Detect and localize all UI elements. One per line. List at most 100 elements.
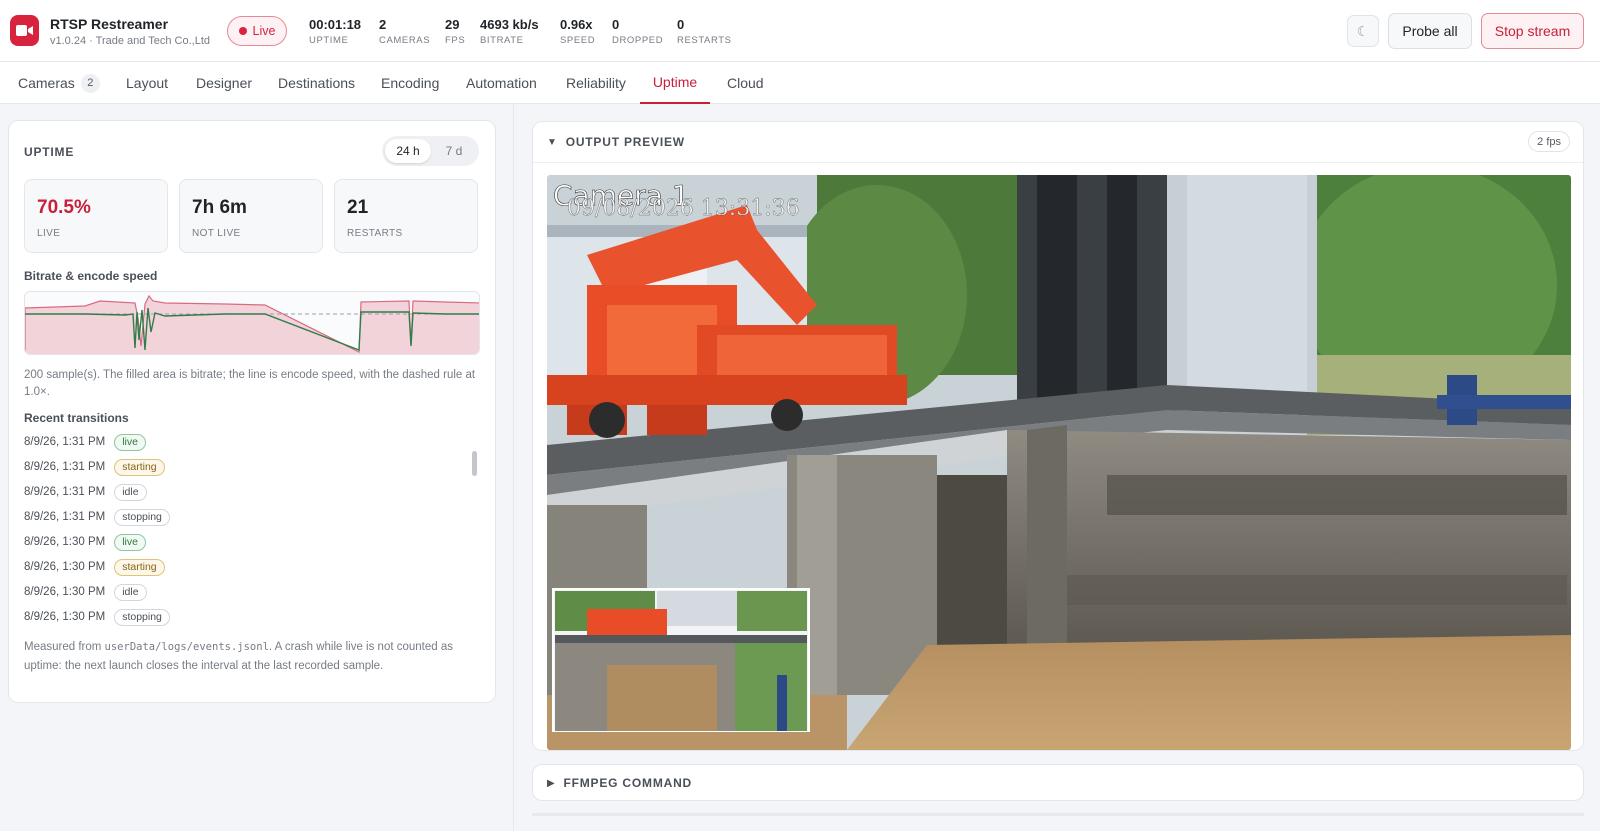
restarts-tile: 21 RESTARTS bbox=[334, 179, 478, 253]
tile-label: RESTARTS bbox=[347, 228, 403, 239]
transition-row: 8/9/26, 1:31 PM starting bbox=[24, 457, 454, 477]
tab-reliability[interactable]: Reliability bbox=[566, 62, 626, 104]
preview-video-frame: Camera 1 09/08/2026 13:31:36 bbox=[547, 175, 1571, 750]
range-toggle: 24 h 7 d bbox=[382, 136, 479, 166]
range-24h-button[interactable]: 24 h bbox=[385, 139, 431, 163]
transition-row: 8/9/26, 1:30 PM starting bbox=[24, 557, 454, 577]
state-badge: idle bbox=[114, 583, 147, 601]
state-badge: stopping bbox=[114, 608, 170, 626]
stat-label: FPS bbox=[445, 35, 466, 46]
divider bbox=[532, 813, 1584, 816]
transition-time: 8/9/26, 1:30 PM bbox=[24, 561, 106, 573]
tile-label: NOT LIVE bbox=[192, 228, 241, 239]
stat-value: 2 bbox=[379, 17, 387, 32]
moon-icon: ☾ bbox=[1356, 22, 1370, 39]
app-version: v1.0.24 · Trade and Tech Co.,Ltd bbox=[50, 35, 211, 47]
ffmpeg-command-panel[interactable]: ▶ FFMPEG COMMAND bbox=[532, 764, 1584, 801]
stat-value: 29 bbox=[445, 17, 460, 32]
tab-cloud[interactable]: Cloud bbox=[727, 62, 764, 104]
state-badge: starting bbox=[114, 458, 165, 476]
uptime-title: UPTIME bbox=[24, 145, 75, 159]
not-live-tile: 7h 6m NOT LIVE bbox=[179, 179, 323, 253]
state-badge: live bbox=[114, 533, 146, 551]
caret-down-icon: ▼ bbox=[547, 136, 558, 148]
state-badge: idle bbox=[114, 483, 147, 501]
transition-time: 8/9/26, 1:30 PM bbox=[24, 536, 106, 548]
transition-time: 8/9/26, 1:31 PM bbox=[24, 461, 106, 473]
state-badge: live bbox=[114, 433, 146, 451]
stat-label: SPEED bbox=[560, 35, 596, 46]
stat-cameras: 2 CAMERAS bbox=[379, 17, 430, 46]
transition-row: 8/9/26, 1:31 PM stopping bbox=[24, 507, 454, 527]
live-status-badge: Live bbox=[227, 16, 287, 46]
theme-toggle-button[interactable]: ☾ bbox=[1347, 15, 1379, 47]
video-camera-icon bbox=[10, 15, 39, 46]
stat-fps: 29 FPS bbox=[445, 17, 465, 46]
divider bbox=[533, 162, 1583, 163]
stat-bitrate: 4693 kb/s BITRATE bbox=[480, 17, 539, 46]
ffmpeg-command-title: FFMPEG COMMAND bbox=[563, 776, 693, 790]
ffmpeg-command-toggle[interactable]: ▶ FFMPEG COMMAND bbox=[547, 776, 692, 790]
tile-value: 70.5% bbox=[37, 197, 91, 218]
app-name: RTSP Restreamer bbox=[50, 16, 169, 32]
stop-stream-button[interactable]: Stop stream bbox=[1481, 13, 1584, 49]
transitions-label: Recent transitions bbox=[24, 411, 129, 425]
tab-uptime[interactable]: Uptime bbox=[640, 62, 710, 104]
uptime-footnote: Measured from userData/logs/events.jsonl… bbox=[24, 638, 484, 676]
output-preview-panel: ▼ OUTPUT PREVIEW 2 fps Camera 1 09/08/20… bbox=[532, 121, 1584, 751]
stat-value: 00:01:18 bbox=[309, 17, 362, 32]
app-header: RTSP Restreamer v1.0.24 · Trade and Tech… bbox=[0, 0, 1600, 62]
tile-value: 7h 6m bbox=[192, 197, 247, 218]
transitions-scrollbar[interactable] bbox=[472, 451, 477, 476]
transition-row: 8/9/26, 1:31 PM live bbox=[24, 432, 454, 452]
tab-cameras[interactable]: Cameras 2 bbox=[18, 62, 100, 104]
stat-label: DROPPED bbox=[612, 35, 664, 46]
main-tabs: Cameras 2 Layout Designer Destinations E… bbox=[0, 62, 1600, 104]
stat-value: 0 bbox=[612, 17, 620, 32]
caret-right-icon: ▶ bbox=[547, 777, 556, 789]
stat-label: UPTIME bbox=[309, 35, 349, 46]
output-preview-title: OUTPUT PREVIEW bbox=[565, 135, 685, 149]
transition-time: 8/9/26, 1:30 PM bbox=[24, 586, 106, 598]
transition-row: 8/9/26, 1:31 PM idle bbox=[24, 482, 454, 502]
stat-value: 4693 kb/s bbox=[480, 17, 539, 32]
uptime-panel: UPTIME 24 h 7 d 70.5% LIVE 7h 6m NOT LIV… bbox=[0, 104, 514, 831]
chart-caption: 200 sample(s). The filled area is bitrat… bbox=[24, 369, 476, 398]
preview-fps-badge: 2 fps bbox=[1528, 131, 1570, 152]
transition-row: 8/9/26, 1:30 PM live bbox=[24, 532, 454, 552]
state-badge: stopping bbox=[114, 508, 170, 526]
tab-destinations[interactable]: Destinations bbox=[278, 62, 355, 104]
tab-count-badge: 2 bbox=[80, 73, 100, 93]
stat-value: 0 bbox=[677, 17, 685, 32]
transition-time: 8/9/26, 1:30 PM bbox=[24, 611, 106, 623]
footnote-text: Measured from bbox=[24, 641, 105, 653]
probe-all-button[interactable]: Probe all bbox=[1388, 13, 1472, 49]
stat-value: 0.96x bbox=[560, 17, 593, 32]
tab-designer[interactable]: Designer bbox=[196, 62, 252, 104]
events-log-path: userData/logs/events.jsonl bbox=[104, 641, 269, 653]
stat-dropped: 0 DROPPED bbox=[612, 17, 663, 46]
transition-row: 8/9/26, 1:30 PM stopping bbox=[24, 607, 454, 627]
transition-time: 8/9/26, 1:31 PM bbox=[24, 436, 106, 448]
range-7d-button[interactable]: 7 d bbox=[431, 139, 477, 163]
live-status-label: Live bbox=[252, 24, 276, 38]
timestamp-overlay: 09/08/2026 13:31:36 bbox=[567, 196, 800, 221]
transition-time: 8/9/26, 1:31 PM bbox=[24, 511, 106, 523]
uptime-card: UPTIME 24 h 7 d 70.5% LIVE 7h 6m NOT LIV… bbox=[8, 120, 496, 703]
transitions-list: 8/9/26, 1:31 PM live 8/9/26, 1:31 PM sta… bbox=[24, 429, 484, 629]
stat-uptime: 00:01:18 UPTIME bbox=[309, 17, 361, 46]
stat-label: BITRATE bbox=[480, 35, 524, 46]
stat-label: RESTARTS bbox=[677, 35, 732, 46]
transition-time: 8/9/26, 1:31 PM bbox=[24, 486, 106, 498]
state-badge: starting bbox=[114, 558, 165, 576]
tab-automation[interactable]: Automation bbox=[466, 62, 537, 104]
transition-row: 8/9/26, 1:30 PM idle bbox=[24, 582, 454, 602]
stat-speed: 0.96x SPEED bbox=[560, 17, 595, 46]
stat-label: CAMERAS bbox=[379, 35, 431, 46]
tab-layout[interactable]: Layout bbox=[126, 62, 168, 104]
live-dot-icon bbox=[238, 27, 247, 35]
output-preview-toggle[interactable]: ▼ OUTPUT PREVIEW bbox=[547, 135, 685, 149]
chart-label: Bitrate & encode speed bbox=[24, 269, 158, 283]
tile-value: 21 bbox=[347, 197, 369, 218]
tab-encoding[interactable]: Encoding bbox=[381, 62, 439, 104]
